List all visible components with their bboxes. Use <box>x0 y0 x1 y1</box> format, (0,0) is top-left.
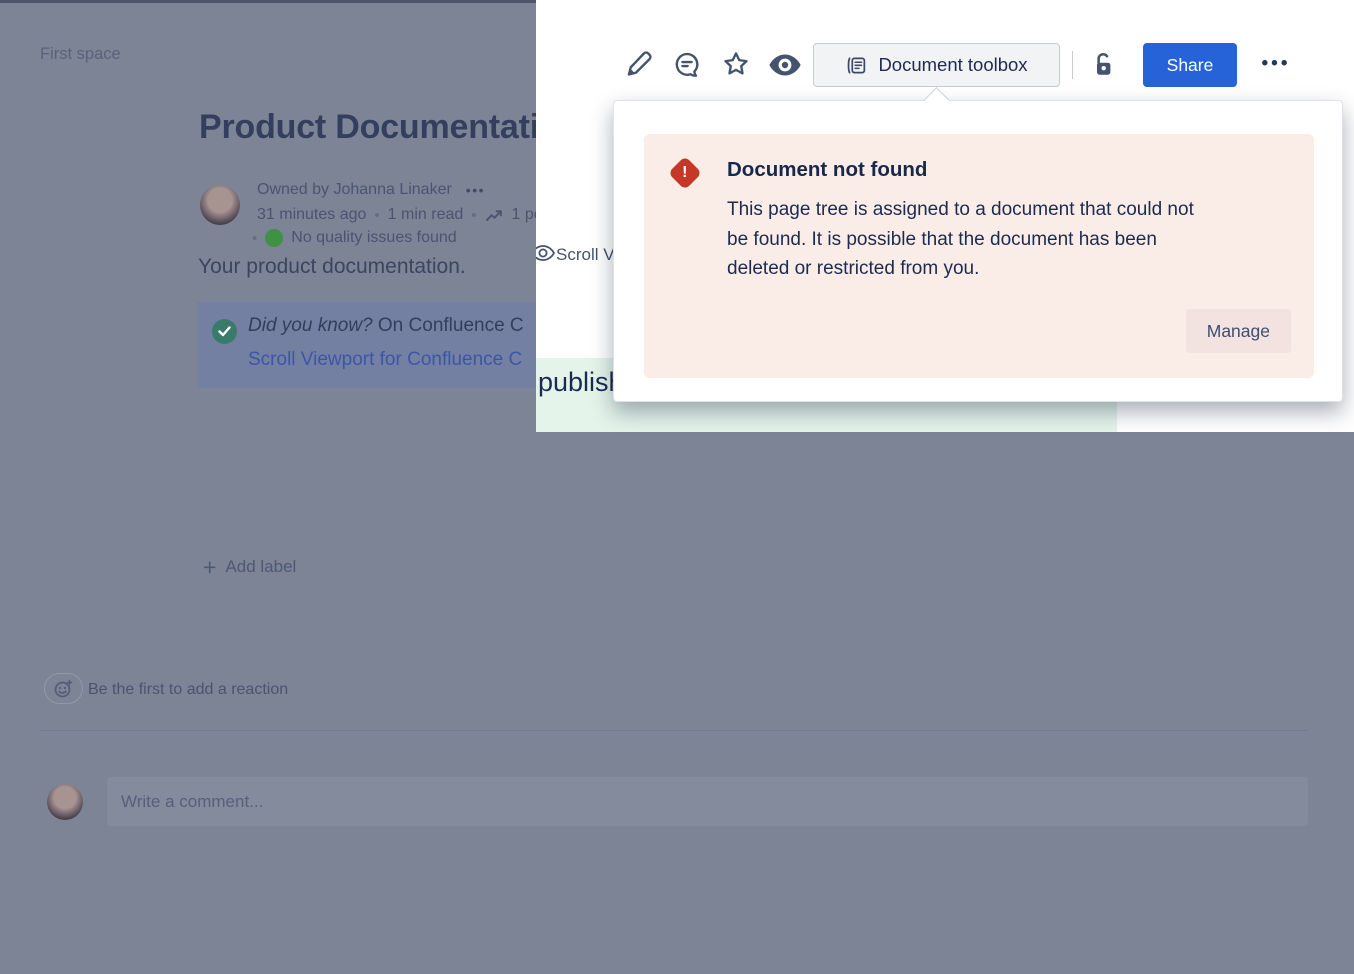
owned-by-text[interactable]: Owned by Johanna Linaker <box>257 181 452 199</box>
comment-placeholder-text: Write a comment... <box>121 792 263 812</box>
byline-owner-row: Owned by Johanna Linaker ••• <box>257 181 485 199</box>
error-alert-box: ! Document not found This page tree is a… <box>644 134 1314 378</box>
share-button-label: Share <box>1167 55 1214 76</box>
alert-body: This page tree is assigned to a document… <box>727 195 1194 284</box>
quality-status-text[interactable]: No quality issues found <box>291 229 456 247</box>
last-edited-time: 31 minutes ago <box>257 206 366 224</box>
dot-separator: • <box>252 230 257 247</box>
publish-text-fragment: publish <box>538 367 624 398</box>
add-label-button[interactable]: + Add label <box>203 556 296 578</box>
alert-title: Document not found <box>727 158 927 182</box>
document-toolbox-label: Document toolbox <box>878 54 1027 76</box>
plus-icon: + <box>203 556 216 578</box>
analytics-views-icon <box>485 207 504 223</box>
breadcrumb-space-name[interactable]: First space <box>40 45 121 64</box>
page-intro-text: Your product documentation. <box>198 255 466 279</box>
unlock-icon[interactable] <box>1089 50 1117 80</box>
info-panel-rest: On Confluence C <box>373 315 524 336</box>
byline-meta-row: 31 minutes ago • 1 min read • 1 pe <box>257 206 536 224</box>
dot-separator: • <box>374 207 379 224</box>
manage-button[interactable]: Manage <box>1186 309 1291 353</box>
section-divider <box>40 730 1308 731</box>
dimmed-page-region: First space Product Documentation Owned … <box>0 0 536 432</box>
document-toolbox-icon <box>845 54 868 77</box>
quality-status-icon <box>265 229 283 247</box>
edit-pencil-icon[interactable] <box>624 49 654 79</box>
dot-separator: • <box>471 207 476 224</box>
toolbar-divider <box>1072 51 1073 79</box>
scroll-viewport-eye-icon <box>536 242 556 264</box>
page-title: Product Documentation <box>199 108 536 147</box>
alert-body-line: This page tree is assigned to a document… <box>727 195 1194 225</box>
add-label-text: Add label <box>225 557 296 577</box>
owner-more-menu-icon[interactable]: ••• <box>466 182 485 198</box>
error-alert-icon: ! <box>668 156 702 190</box>
watch-eye-icon[interactable] <box>768 52 802 78</box>
star-favorite-icon[interactable] <box>721 49 751 79</box>
alert-body-line: be found. It is possible that the docume… <box>727 225 1194 255</box>
scroll-viewport-link[interactable]: Scroll Viewport for Confluence C <box>248 349 522 371</box>
did-you-know-text: Did you know? <box>248 315 373 336</box>
comment-input[interactable]: Write a comment... <box>107 777 1308 826</box>
reaction-prompt-text: Be the first to add a reaction <box>88 681 288 699</box>
document-toolbox-dropdown: ! Document not found This page tree is a… <box>613 100 1343 402</box>
manage-button-label: Manage <box>1207 321 1270 342</box>
views-count-fragment[interactable]: 1 pe <box>512 206 536 224</box>
current-user-avatar <box>47 784 83 820</box>
scroll-viewport-text-fragment: Scroll V <box>556 245 615 265</box>
comment-bubble-icon[interactable] <box>672 50 702 80</box>
confluence-page: First space Product Documentation Owned … <box>0 0 1354 974</box>
top-bar-edge <box>0 0 536 3</box>
alert-body-line: deleted or restricted from you. <box>727 254 1194 284</box>
owner-avatar[interactable] <box>200 185 240 225</box>
read-time: 1 min read <box>388 206 464 224</box>
document-toolbox-button[interactable]: Document toolbox <box>813 43 1060 87</box>
info-panel: Did you know? On Confluence C Scroll Vie… <box>197 302 536 388</box>
check-circle-icon <box>212 319 237 344</box>
share-button[interactable]: Share <box>1143 43 1237 87</box>
more-actions-icon[interactable]: ••• <box>1249 53 1303 75</box>
add-reaction-button[interactable] <box>44 673 83 704</box>
info-panel-text: Did you know? On Confluence C <box>248 315 524 337</box>
byline-quality-row: • No quality issues found <box>252 229 457 247</box>
emoji-smile-icon <box>53 679 74 699</box>
